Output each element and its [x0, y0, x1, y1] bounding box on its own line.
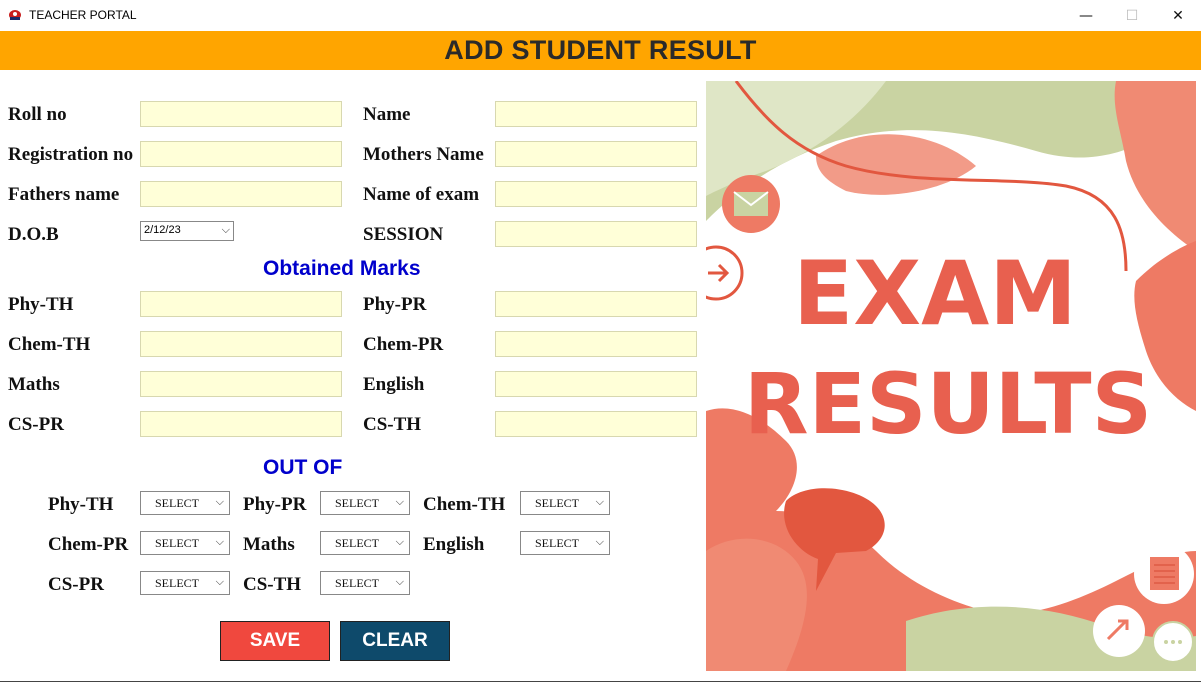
- save-button[interactable]: SAVE: [220, 621, 330, 661]
- minimize-icon: —: [1079, 7, 1093, 24]
- exam-results-illustration: EXAM RESULTS: [706, 81, 1196, 671]
- clear-button[interactable]: CLEAR: [340, 621, 450, 661]
- obtained-chem-pr-input[interactable]: [495, 331, 697, 357]
- outof-maths-select[interactable]: SELECT ⌵: [320, 531, 410, 555]
- name-label: Name: [363, 104, 411, 125]
- fathers-name-input[interactable]: [140, 181, 342, 207]
- chevron-down-icon: ⌵: [595, 535, 604, 548]
- outof-phy-pr-select[interactable]: SELECT ⌵: [320, 491, 410, 515]
- outof-cs-th-label: CS-TH: [243, 574, 302, 595]
- dob-date-picker[interactable]: 2/12/23 ⌵: [140, 221, 234, 241]
- dob-label: D.O.B: [8, 224, 59, 245]
- obtained-english-input[interactable]: [495, 371, 697, 397]
- chevron-down-icon: ⌵: [395, 535, 404, 548]
- outof-phy-th-select[interactable]: SELECT ⌵: [140, 491, 230, 515]
- chevron-down-icon: ⌵: [395, 495, 404, 508]
- name-input[interactable]: [495, 101, 697, 127]
- obtained-phy-pr-input[interactable]: [495, 291, 697, 317]
- chevron-down-icon: ⌵: [595, 495, 604, 508]
- minimize-button[interactable]: —: [1063, 0, 1109, 31]
- outof-english-select[interactable]: SELECT ⌵: [520, 531, 610, 555]
- outof-maths-label: Maths: [243, 534, 295, 555]
- obtained-phy-th-label: Phy-TH: [8, 294, 74, 315]
- outof-chem-pr-label: Chem-PR: [48, 534, 129, 555]
- dob-value: 2/12/23: [144, 224, 181, 236]
- chevron-down-icon: ⌵: [215, 575, 224, 588]
- obtained-cs-th-input[interactable]: [495, 411, 697, 437]
- obtained-english-label: English: [363, 374, 425, 395]
- header-banner: ADD STUDENT RESULT: [0, 31, 1201, 70]
- outof-chem-th-select[interactable]: SELECT ⌵: [520, 491, 610, 515]
- outof-cs-pr-select[interactable]: SELECT ⌵: [140, 571, 230, 595]
- obtained-cs-pr-input[interactable]: [140, 411, 342, 437]
- outof-phy-pr-label: Phy-PR: [243, 494, 307, 515]
- select-value: SELECT: [155, 496, 199, 510]
- outof-cs-th-select[interactable]: SELECT ⌵: [320, 571, 410, 595]
- select-value: SELECT: [335, 536, 379, 550]
- session-label: SESSION: [363, 224, 444, 245]
- obtained-chem-th-input[interactable]: [140, 331, 342, 357]
- close-button[interactable]: ✕: [1155, 0, 1201, 31]
- outof-phy-th-label: Phy-TH: [48, 494, 114, 515]
- art-text-results: RESULTS: [744, 355, 1152, 453]
- chevron-down-icon: ⌵: [215, 535, 224, 548]
- close-icon: ✕: [1172, 7, 1184, 24]
- out-of-heading: OUT OF: [263, 456, 343, 479]
- maximize-icon: ☐: [1125, 7, 1139, 24]
- app-icon: [9, 10, 21, 20]
- maximize-button[interactable]: ☐: [1109, 0, 1155, 31]
- obtained-maths-input[interactable]: [140, 371, 342, 397]
- session-input[interactable]: [495, 221, 697, 247]
- mothers-name-input[interactable]: [495, 141, 697, 167]
- obtained-chem-pr-label: Chem-PR: [363, 334, 444, 355]
- select-value: SELECT: [535, 536, 579, 550]
- registration-no-label: Registration no: [8, 144, 134, 165]
- chevron-down-icon: ⌵: [221, 223, 230, 236]
- outof-cs-pr-label: CS-PR: [48, 574, 104, 595]
- mothers-name-label: Mothers Name: [363, 144, 484, 165]
- name-of-exam-label: Name of exam: [363, 184, 480, 205]
- registration-no-input[interactable]: [140, 141, 342, 167]
- chevron-down-icon: ⌵: [395, 575, 404, 588]
- select-value: SELECT: [335, 576, 379, 590]
- fathers-name-label: Fathers name: [8, 184, 120, 205]
- obtained-chem-th-label: Chem-TH: [8, 334, 91, 355]
- obtained-cs-th-label: CS-TH: [363, 414, 422, 435]
- obtained-phy-th-input[interactable]: [140, 291, 342, 317]
- roll-no-input[interactable]: [140, 101, 342, 127]
- outof-chem-th-label: Chem-TH: [423, 494, 506, 515]
- outof-english-label: English: [423, 534, 485, 555]
- select-value: SELECT: [535, 496, 579, 510]
- roll-no-label: Roll no: [8, 104, 67, 125]
- page-title: ADD STUDENT RESULT: [444, 35, 757, 65]
- select-value: SELECT: [335, 496, 379, 510]
- name-of-exam-input[interactable]: [495, 181, 697, 207]
- art-text-exam: EXAM: [793, 242, 1077, 345]
- select-value: SELECT: [155, 576, 199, 590]
- obtained-phy-pr-label: Phy-PR: [363, 294, 427, 315]
- outof-chem-pr-select[interactable]: SELECT ⌵: [140, 531, 230, 555]
- window-title: TEACHER PORTAL: [29, 8, 137, 22]
- select-value: SELECT: [155, 536, 199, 550]
- window-titlebar: TEACHER PORTAL — ☐ ✕: [0, 0, 1201, 32]
- obtained-maths-label: Maths: [8, 374, 60, 395]
- obtained-cs-pr-label: CS-PR: [8, 414, 64, 435]
- obtained-marks-heading: Obtained Marks: [263, 257, 421, 280]
- chevron-down-icon: ⌵: [215, 495, 224, 508]
